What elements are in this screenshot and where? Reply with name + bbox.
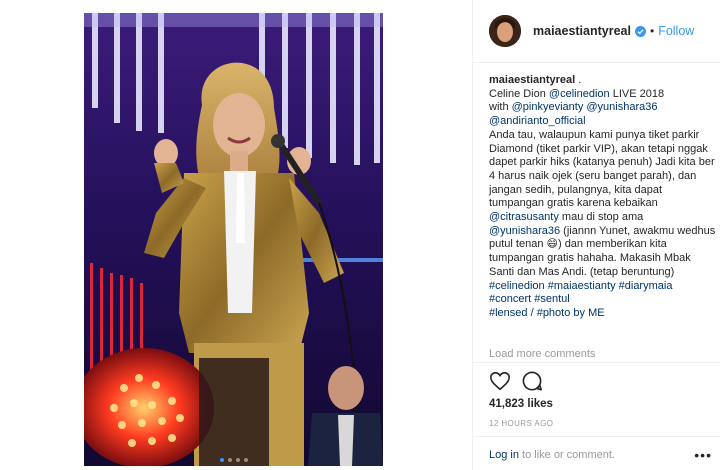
carousel-dot[interactable] [235, 458, 240, 462]
post-caption: maiaestiantyreal . Celine Dion @celinedi… [489, 74, 717, 321]
heart-icon[interactable] [489, 370, 511, 392]
concert-photo [84, 13, 383, 466]
mention-link[interactable]: @yunishara36 [586, 101, 657, 113]
load-more-comments-link[interactable]: Load more comments [489, 348, 595, 360]
login-prompt-text: to like or comment. [518, 449, 615, 461]
separator-dot: • [649, 24, 655, 38]
hashtag-line[interactable]: #celinedion #maiaestianty #diarymaia [489, 280, 672, 292]
divider [473, 362, 720, 363]
caption-text: mau di stop ama [558, 211, 644, 224]
caption-text: LIVE 2018 [609, 87, 665, 100]
carousel-dot[interactable] [219, 458, 224, 462]
mention-link[interactable]: @andirianto_official [489, 115, 586, 127]
follow-button[interactable]: Follow [658, 24, 694, 38]
caption-username[interactable]: maiaestiantyreal [489, 74, 575, 86]
post-sidebar: maiaestiantyreal • Follow maiaestiantyre… [472, 0, 720, 470]
avatar[interactable] [489, 15, 521, 47]
action-bar [489, 370, 543, 392]
carousel-dot[interactable] [227, 458, 232, 462]
username-link[interactable]: maiaestiantyreal [533, 24, 631, 38]
mention-link[interactable]: @pinkyevianty [512, 101, 584, 113]
more-options-icon[interactable]: ••• [694, 447, 712, 463]
instagram-post: maiaestiantyreal • Follow maiaestiantyre… [0, 0, 720, 470]
caption-text: Celine Dion [489, 87, 549, 100]
like-count[interactable]: 41,823 likes [489, 398, 553, 410]
caption-text: Anda tau, walaupun kami punya tiket park… [489, 128, 715, 210]
laughing-emoji: 😄 [546, 238, 558, 251]
post-header: maiaestiantyreal • Follow [473, 0, 720, 63]
mention-link[interactable]: @celinedion [549, 88, 610, 100]
post-timestamp[interactable]: 12 HOURS AGO [489, 419, 553, 428]
login-prompt: Log in to like or comment. [489, 449, 615, 461]
mention-link[interactable]: @citrasusanty [489, 211, 559, 223]
verified-badge-icon [634, 25, 646, 37]
hashtag-line[interactable]: #lensed / #photo by ME [489, 307, 605, 319]
login-link[interactable]: Log in [489, 449, 519, 461]
comment-icon[interactable] [521, 370, 543, 392]
caption-after-username: . [575, 74, 582, 86]
login-bar: Log in to like or comment. ••• [473, 436, 720, 470]
carousel-indicator [84, 458, 383, 462]
caption-text: with [489, 101, 512, 114]
hashtag-line[interactable]: #concert #sentul [489, 293, 570, 305]
carousel-dot[interactable] [243, 458, 248, 462]
mention-link[interactable]: @yunishara36 [489, 225, 560, 237]
avatar-image [489, 15, 521, 47]
post-photo[interactable] [84, 13, 383, 466]
